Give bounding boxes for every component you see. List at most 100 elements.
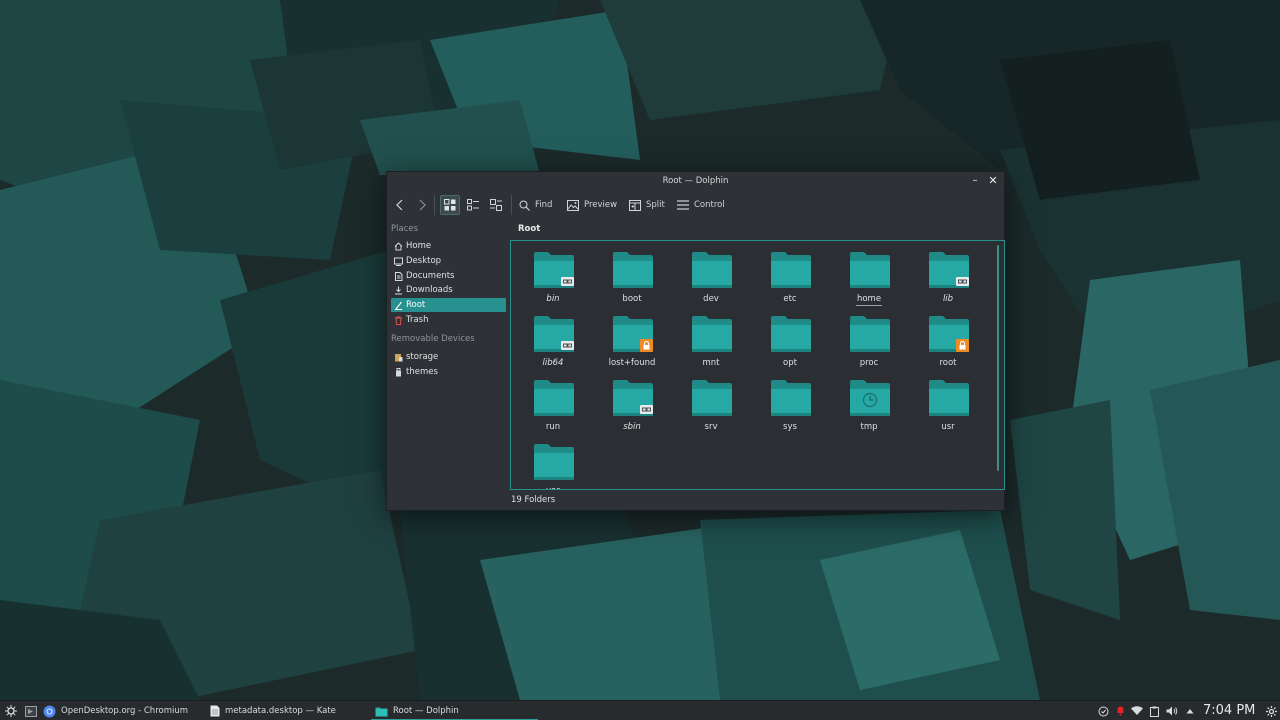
folder-icon: [929, 380, 969, 416]
folder-label: srv: [704, 422, 718, 432]
folder-icon: [771, 252, 811, 288]
compact-view-icon: [467, 199, 479, 211]
folder-item[interactable]: lib: [909, 244, 987, 304]
folder-item[interactable]: lib64: [514, 308, 592, 368]
image-preview-icon: [567, 199, 579, 211]
folder-label: var: [514, 486, 592, 489]
folder-icon: [771, 316, 811, 352]
sidebar-item-documents[interactable]: Documents: [391, 269, 506, 283]
folder-item[interactable]: tmp: [830, 372, 908, 432]
documents-icon: [393, 271, 403, 281]
sidebar-item-root[interactable]: Root: [391, 298, 506, 312]
update-tray-button[interactable]: [1097, 701, 1110, 720]
back-button[interactable]: [392, 194, 408, 216]
close-button[interactable]: ✕: [986, 172, 1000, 191]
task-kate[interactable]: metadata.desktop — Kate: [210, 701, 336, 720]
folder-label: usr: [941, 422, 955, 432]
folder-label: tmp: [860, 422, 878, 432]
sidebar-item-downloads[interactable]: Downloads: [391, 283, 506, 297]
application-launcher[interactable]: [4, 701, 18, 720]
network-tray-button[interactable]: [1130, 701, 1144, 720]
folder-label: lost+found: [608, 358, 656, 368]
root-icon: [393, 300, 403, 310]
clipboard-icon: [1149, 706, 1159, 717]
folder-item[interactable]: root: [909, 308, 987, 368]
sidebar-item-label: storage: [406, 352, 439, 362]
scrollbar[interactable]: [997, 245, 999, 471]
removable-devices-heading: Removable Devices: [391, 334, 475, 344]
minimize-button[interactable]: –: [968, 172, 982, 191]
location-bar[interactable]: Root: [518, 224, 540, 234]
folder-label: mnt: [702, 358, 720, 368]
folder-label: dev: [703, 294, 719, 304]
folder-item[interactable]: var: [514, 436, 592, 489]
folder-item[interactable]: run: [514, 372, 592, 432]
folder-item[interactable]: dev: [672, 244, 750, 304]
volume-tray-button[interactable]: [1165, 701, 1179, 720]
sidebar-item-themes[interactable]: themes: [391, 365, 506, 379]
icons-view-button[interactable]: [440, 195, 460, 215]
folder-label: run: [545, 422, 561, 432]
sidebar-item-home[interactable]: Home: [391, 239, 506, 253]
panel-settings-button[interactable]: [1264, 701, 1278, 720]
folder-item[interactable]: sbin: [593, 372, 671, 432]
chevron-right-icon: [419, 199, 426, 211]
sidebar-item-desktop[interactable]: Desktop: [391, 254, 506, 268]
task-dolphin[interactable]: Root — Dolphin: [371, 701, 538, 720]
folder-item[interactable]: bin: [514, 244, 592, 304]
sidebar-item-trash[interactable]: Trash: [391, 313, 506, 327]
show-desktop-button[interactable]: [24, 701, 38, 720]
symlink-emblem-icon: [561, 277, 574, 286]
sidebar-item-storage[interactable]: storage: [391, 350, 506, 364]
details-view-button[interactable]: [486, 194, 506, 216]
folder-view[interactable]: bin boot dev etc home lib lib64 lost+found mnt op…: [510, 240, 1005, 490]
chevron-left-icon: [396, 199, 403, 211]
show-desktop-icon: [25, 705, 37, 717]
clipboard-tray-button[interactable]: [1148, 701, 1160, 720]
folder-label: sbin: [623, 422, 641, 432]
toolbar-separator: [511, 195, 512, 215]
folder-item[interactable]: proc: [830, 308, 908, 368]
home-icon: [393, 241, 403, 251]
sidebar-item-label: Home: [406, 241, 432, 251]
folder-item[interactable]: mnt: [672, 308, 750, 368]
folder-label: lib64: [542, 358, 564, 368]
notification-tray-button[interactable]: [1114, 701, 1127, 720]
compact-view-button[interactable]: [463, 194, 483, 216]
symlink-emblem-icon: [640, 405, 653, 414]
trash-icon: [393, 315, 403, 325]
downloads-icon: [393, 285, 403, 295]
folder-item[interactable]: boot: [593, 244, 671, 304]
split-button[interactable]: Split: [629, 194, 665, 216]
folder-item[interactable]: home: [830, 244, 908, 306]
preview-button[interactable]: Preview: [567, 194, 617, 216]
folder-item[interactable]: sys: [751, 372, 829, 432]
forward-button[interactable]: [414, 194, 430, 216]
usb-drive-icon: [393, 367, 403, 377]
sidebar-item-label: Documents: [406, 271, 455, 281]
sidebar-item-label: Trash: [406, 315, 429, 325]
sidebar-item-label: Desktop: [406, 256, 442, 266]
folder-icon: [692, 380, 732, 416]
control-menu-button[interactable]: Control: [677, 194, 725, 216]
folder-item[interactable]: etc: [751, 244, 829, 304]
toolbar: Find Preview Split Control: [387, 191, 1004, 221]
panel-settings-icon: [1265, 705, 1277, 717]
task-chromium[interactable]: OpenDesktop.org - Chromium: [43, 701, 188, 720]
search-icon: [519, 200, 530, 211]
folder-item[interactable]: srv: [672, 372, 750, 432]
text-file-icon: [210, 705, 220, 717]
folder-item[interactable]: usr: [909, 372, 987, 432]
clock[interactable]: 7:04 PM: [1203, 703, 1255, 718]
places-panel: Places Home Desktop Documents Downloads …: [387, 221, 509, 511]
folder-item[interactable]: lost+found: [593, 308, 671, 368]
task-label: Root — Dolphin: [393, 706, 459, 716]
titlebar[interactable]: Root — Dolphin – ✕: [387, 172, 1004, 191]
details-view-icon: [490, 199, 502, 211]
symlink-emblem-icon: [956, 277, 969, 286]
expand-tray-button[interactable]: [1184, 701, 1196, 720]
folder-item[interactable]: opt: [751, 308, 829, 368]
window-title: Root — Dolphin: [662, 176, 729, 186]
sidebar-item-label: Downloads: [406, 285, 453, 295]
find-button[interactable]: Find: [519, 194, 552, 216]
